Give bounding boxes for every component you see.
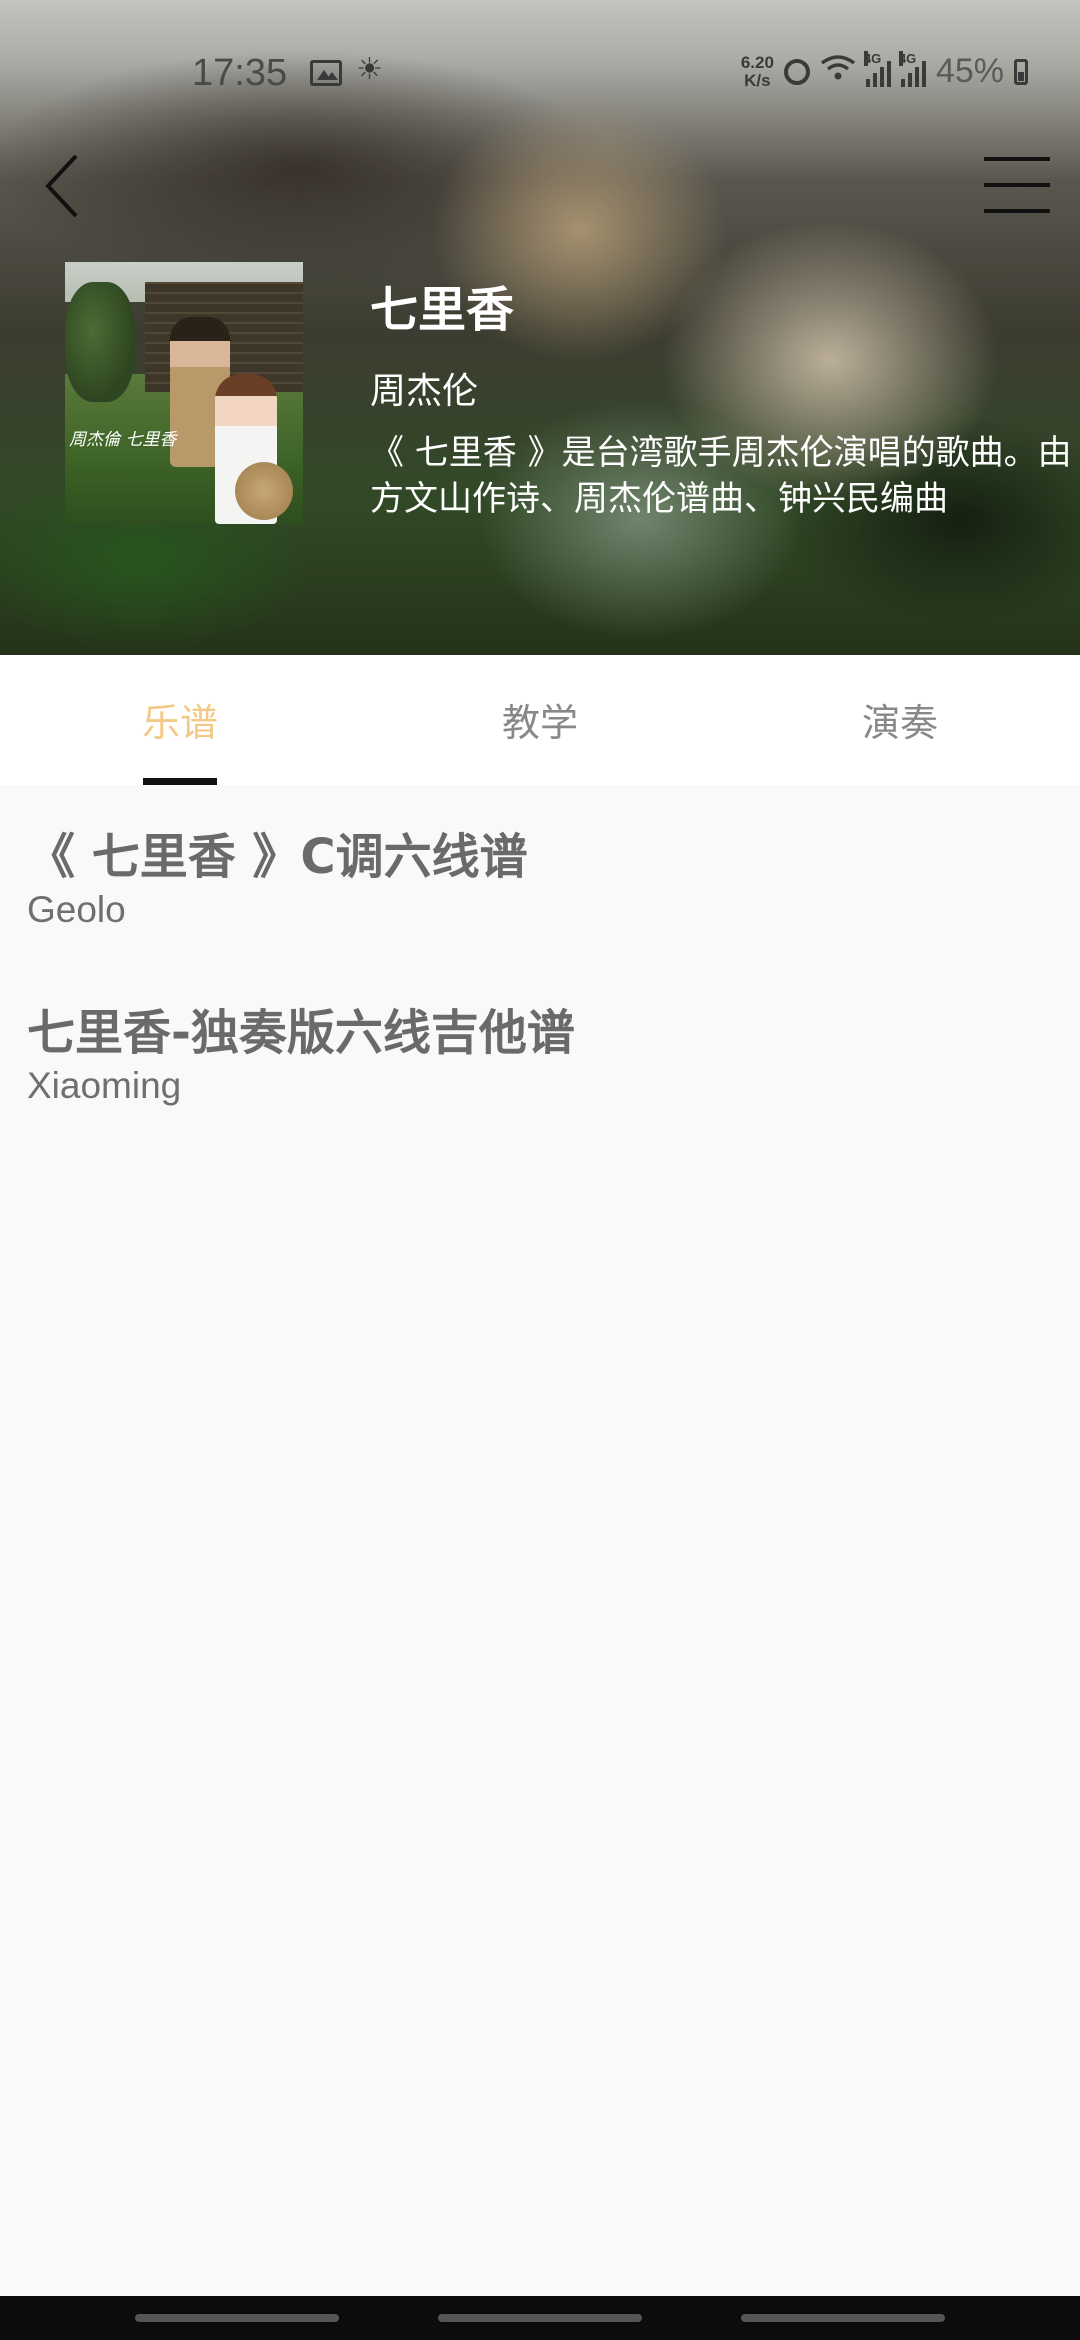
wifi-icon [820, 54, 856, 90]
cover-text: 周杰倫 七里香 [69, 430, 177, 450]
status-time: 17:35 [192, 52, 288, 94]
image-icon [310, 60, 342, 86]
battery-percent: 45% [935, 52, 1004, 90]
net-speed-unit: K/s [744, 70, 771, 90]
back-icon[interactable] [40, 150, 90, 220]
signal-icon-2: 4G [898, 50, 926, 87]
tab-indicator [143, 778, 217, 785]
song-title: 七里香 [370, 282, 515, 338]
status-right: 6.20 K/s 4G 4G 45% [740, 50, 1028, 91]
list-item[interactable]: 七里香-独奏版六线吉他谱 Xiaoming [0, 961, 1080, 1137]
item-title: 《 七里香 》C调六线谱 [27, 829, 528, 885]
weather-icon: ☀ [356, 53, 383, 86]
tab-tutorial[interactable]: 教学 [360, 655, 720, 785]
network-type-2: 4G [898, 50, 917, 66]
system-nav-bar [0, 2296, 1080, 2340]
item-author: Xiaoming [27, 1065, 182, 1106]
song-description[interactable]: 《 七里香 》是台湾歌手周杰伦演唱的歌曲。由方文山作诗、周杰伦谱曲、钟兴民编曲 [370, 430, 1080, 522]
item-author: Geolo [27, 889, 126, 930]
song-header: 17:35 ☀ 6.20 K/s 4G 4G 45% 周杰倫 七里香 七里香 周… [0, 0, 1080, 655]
alarm-icon [783, 58, 810, 85]
tab-sheet-music[interactable]: 乐谱 [0, 655, 360, 785]
battery-icon [1014, 58, 1028, 85]
nav-back-handle[interactable] [135, 2314, 339, 2322]
item-title: 七里香-独奏版六线吉他谱 [27, 1005, 575, 1061]
nav-recents-handle[interactable] [741, 2314, 945, 2322]
net-speed-value: 6.20 [740, 52, 774, 72]
sheet-list: 《 七里香 》C调六线谱 Geolo 七里香-独奏版六线吉他谱 Xiaoming [0, 785, 1080, 1137]
list-item[interactable]: 《 七里香 》C调六线谱 Geolo [0, 785, 1080, 961]
tab-performance[interactable]: 演奏 [720, 655, 1080, 785]
net-speed: 6.20 K/s [740, 52, 774, 90]
nav-home-handle[interactable] [438, 2314, 642, 2322]
signal-icon-1: 4G [863, 50, 891, 87]
network-type-1: 4G [863, 50, 882, 66]
menu-icon[interactable] [984, 155, 1050, 215]
album-cover: 周杰倫 七里香 [65, 262, 303, 524]
status-bar: 17:35 ☀ 6.20 K/s 4G 4G 45% [0, 0, 1080, 140]
song-artist: 周杰伦 [370, 371, 479, 412]
tab-bar: 乐谱 教学 演奏 [0, 655, 1080, 785]
